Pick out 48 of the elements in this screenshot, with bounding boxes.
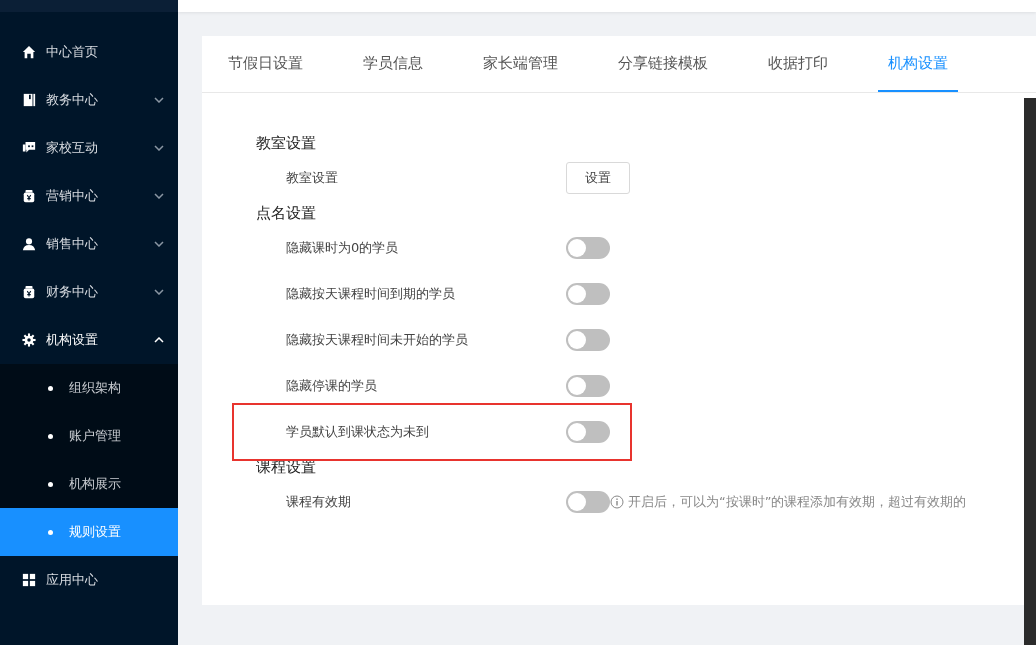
person-icon — [22, 237, 36, 251]
sidebar-subitem[interactable]: 机构展示 — [0, 460, 178, 508]
caret-icon — [154, 289, 164, 295]
tab[interactable]: 分享链接模板 — [618, 36, 738, 92]
sidebar-subitem[interactable]: 组织架构 — [0, 364, 178, 412]
gear-icon — [22, 333, 36, 347]
caret-icon — [154, 145, 164, 151]
sidebar-item[interactable]: 教务中心 — [0, 76, 178, 124]
caret-icon — [154, 241, 164, 247]
hint-text: 开启后，可以为“按课时”的课程添加有效期，超过有效期的 — [628, 493, 967, 511]
toggle-switch[interactable] — [566, 375, 610, 397]
setting-label: 学员默认到课状态为未到 — [286, 423, 430, 441]
toggle-switch[interactable] — [566, 329, 610, 351]
tab[interactable]: 收据打印 — [768, 36, 858, 92]
setting-label: 隐藏课时为0的学员 — [286, 239, 400, 257]
grid-icon — [22, 573, 36, 587]
bag-icon — [22, 285, 36, 299]
info-icon — [610, 495, 624, 509]
setting-label: 隐藏停课的学员 — [286, 377, 378, 395]
settings-button[interactable]: 设置 — [566, 162, 630, 194]
setting-label: 隐藏按天课程时间到期的学员 — [286, 285, 456, 303]
toggle-switch[interactable] — [566, 421, 610, 443]
tab[interactable]: 学员信息 — [363, 36, 453, 92]
setting-label: 教室设置 — [286, 169, 339, 187]
toggle-switch[interactable] — [566, 283, 610, 305]
section-title: 点名设置 — [256, 202, 317, 224]
sidebar-item[interactable]: 中心首页 — [0, 28, 178, 76]
sidebar-item[interactable]: 机构设置 — [0, 316, 178, 364]
caret-icon — [154, 97, 164, 103]
sidebar-item[interactable]: 应用中心 — [0, 556, 178, 604]
toggle-switch[interactable] — [566, 237, 610, 259]
setting-label: 隐藏按天课程时间未开始的学员 — [286, 331, 469, 349]
home-icon — [22, 45, 36, 59]
chat-icon — [22, 141, 36, 155]
sidebar-subitem[interactable]: 账户管理 — [0, 412, 178, 460]
sidebar-item[interactable]: 财务中心 — [0, 268, 178, 316]
tab[interactable]: 节假日设置 — [228, 36, 333, 92]
sidebar-item[interactable]: 家校互动 — [0, 124, 178, 172]
setting-label: 课程有效期 — [286, 493, 352, 511]
toggle-switch[interactable] — [566, 491, 610, 513]
caret-icon — [154, 193, 164, 199]
caret-icon — [154, 337, 164, 343]
book-icon — [22, 93, 36, 107]
tab[interactable]: 家长端管理 — [483, 36, 588, 92]
sidebar-item[interactable]: 销售中心 — [0, 220, 178, 268]
bag-icon — [22, 189, 36, 203]
sidebar-item[interactable]: 营销中心 — [0, 172, 178, 220]
section-title: 教室设置 — [256, 132, 317, 154]
